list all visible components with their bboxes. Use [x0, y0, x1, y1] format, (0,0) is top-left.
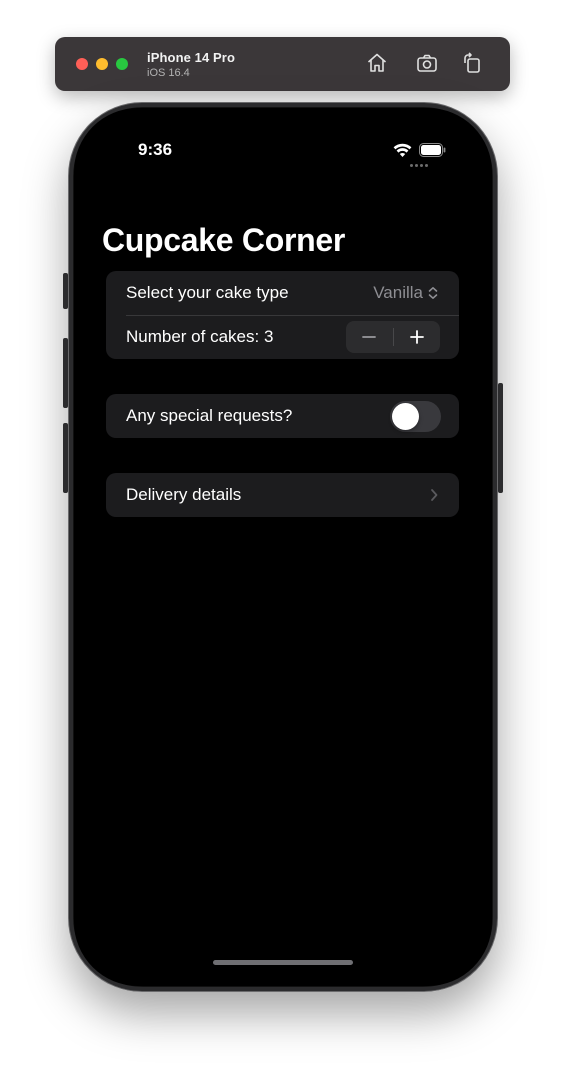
os-version: iOS 16.4 [147, 67, 190, 79]
page-title: Cupcake Corner [102, 222, 345, 258]
plus-icon [409, 330, 424, 344]
simulator-window: iPhone 14 Pro iOS 16.4 9:36 Cupcake Corn… [0, 0, 565, 1068]
power-button [498, 383, 503, 493]
chevron-up-down-icon [428, 287, 438, 299]
home-indicator[interactable] [213, 960, 353, 965]
toggle-knob [392, 402, 419, 430]
order-section: Select your cake type Vanilla Number of … [106, 271, 459, 359]
cake-type-picker[interactable]: Select your cake type Vanilla [106, 271, 459, 315]
close-window-button[interactable] [76, 58, 88, 70]
device-name: iPhone 14 Pro [147, 50, 235, 65]
home-icon[interactable] [365, 51, 389, 75]
quantity-label: Number of cakes: 3 [126, 327, 274, 346]
battery-icon [419, 143, 446, 157]
special-requests-label: Any special requests? [126, 406, 293, 425]
status-time: 9:36 [138, 140, 173, 159]
special-requests-row: Any special requests? [106, 394, 459, 438]
delivery-details-label: Delivery details [126, 485, 242, 504]
cake-type-label: Select your cake type [126, 283, 289, 302]
delivery-details-link[interactable]: Delivery details [106, 473, 459, 517]
special-requests-toggle[interactable] [390, 400, 441, 432]
simulator-toolbar: iPhone 14 Pro iOS 16.4 [55, 37, 510, 91]
delivery-section: Delivery details [106, 473, 459, 517]
increment-button[interactable] [394, 321, 441, 353]
chevron-right-icon [431, 489, 438, 501]
phone-screen: 9:36 Cupcake Corner Select your cake typ… [74, 108, 492, 986]
rotate-icon[interactable] [460, 51, 484, 75]
minus-icon [362, 336, 377, 338]
screenshot-icon[interactable] [415, 51, 439, 75]
zoom-window-button[interactable] [116, 58, 128, 70]
cake-type-value[interactable]: Vanilla [373, 283, 439, 303]
decrement-button[interactable] [346, 321, 393, 353]
special-requests-section: Any special requests? [106, 394, 459, 438]
quantity-row: Number of cakes: 3 [106, 315, 459, 359]
minimize-window-button[interactable] [96, 58, 108, 70]
quantity-stepper[interactable] [346, 321, 440, 353]
wifi-icon [393, 143, 412, 157]
